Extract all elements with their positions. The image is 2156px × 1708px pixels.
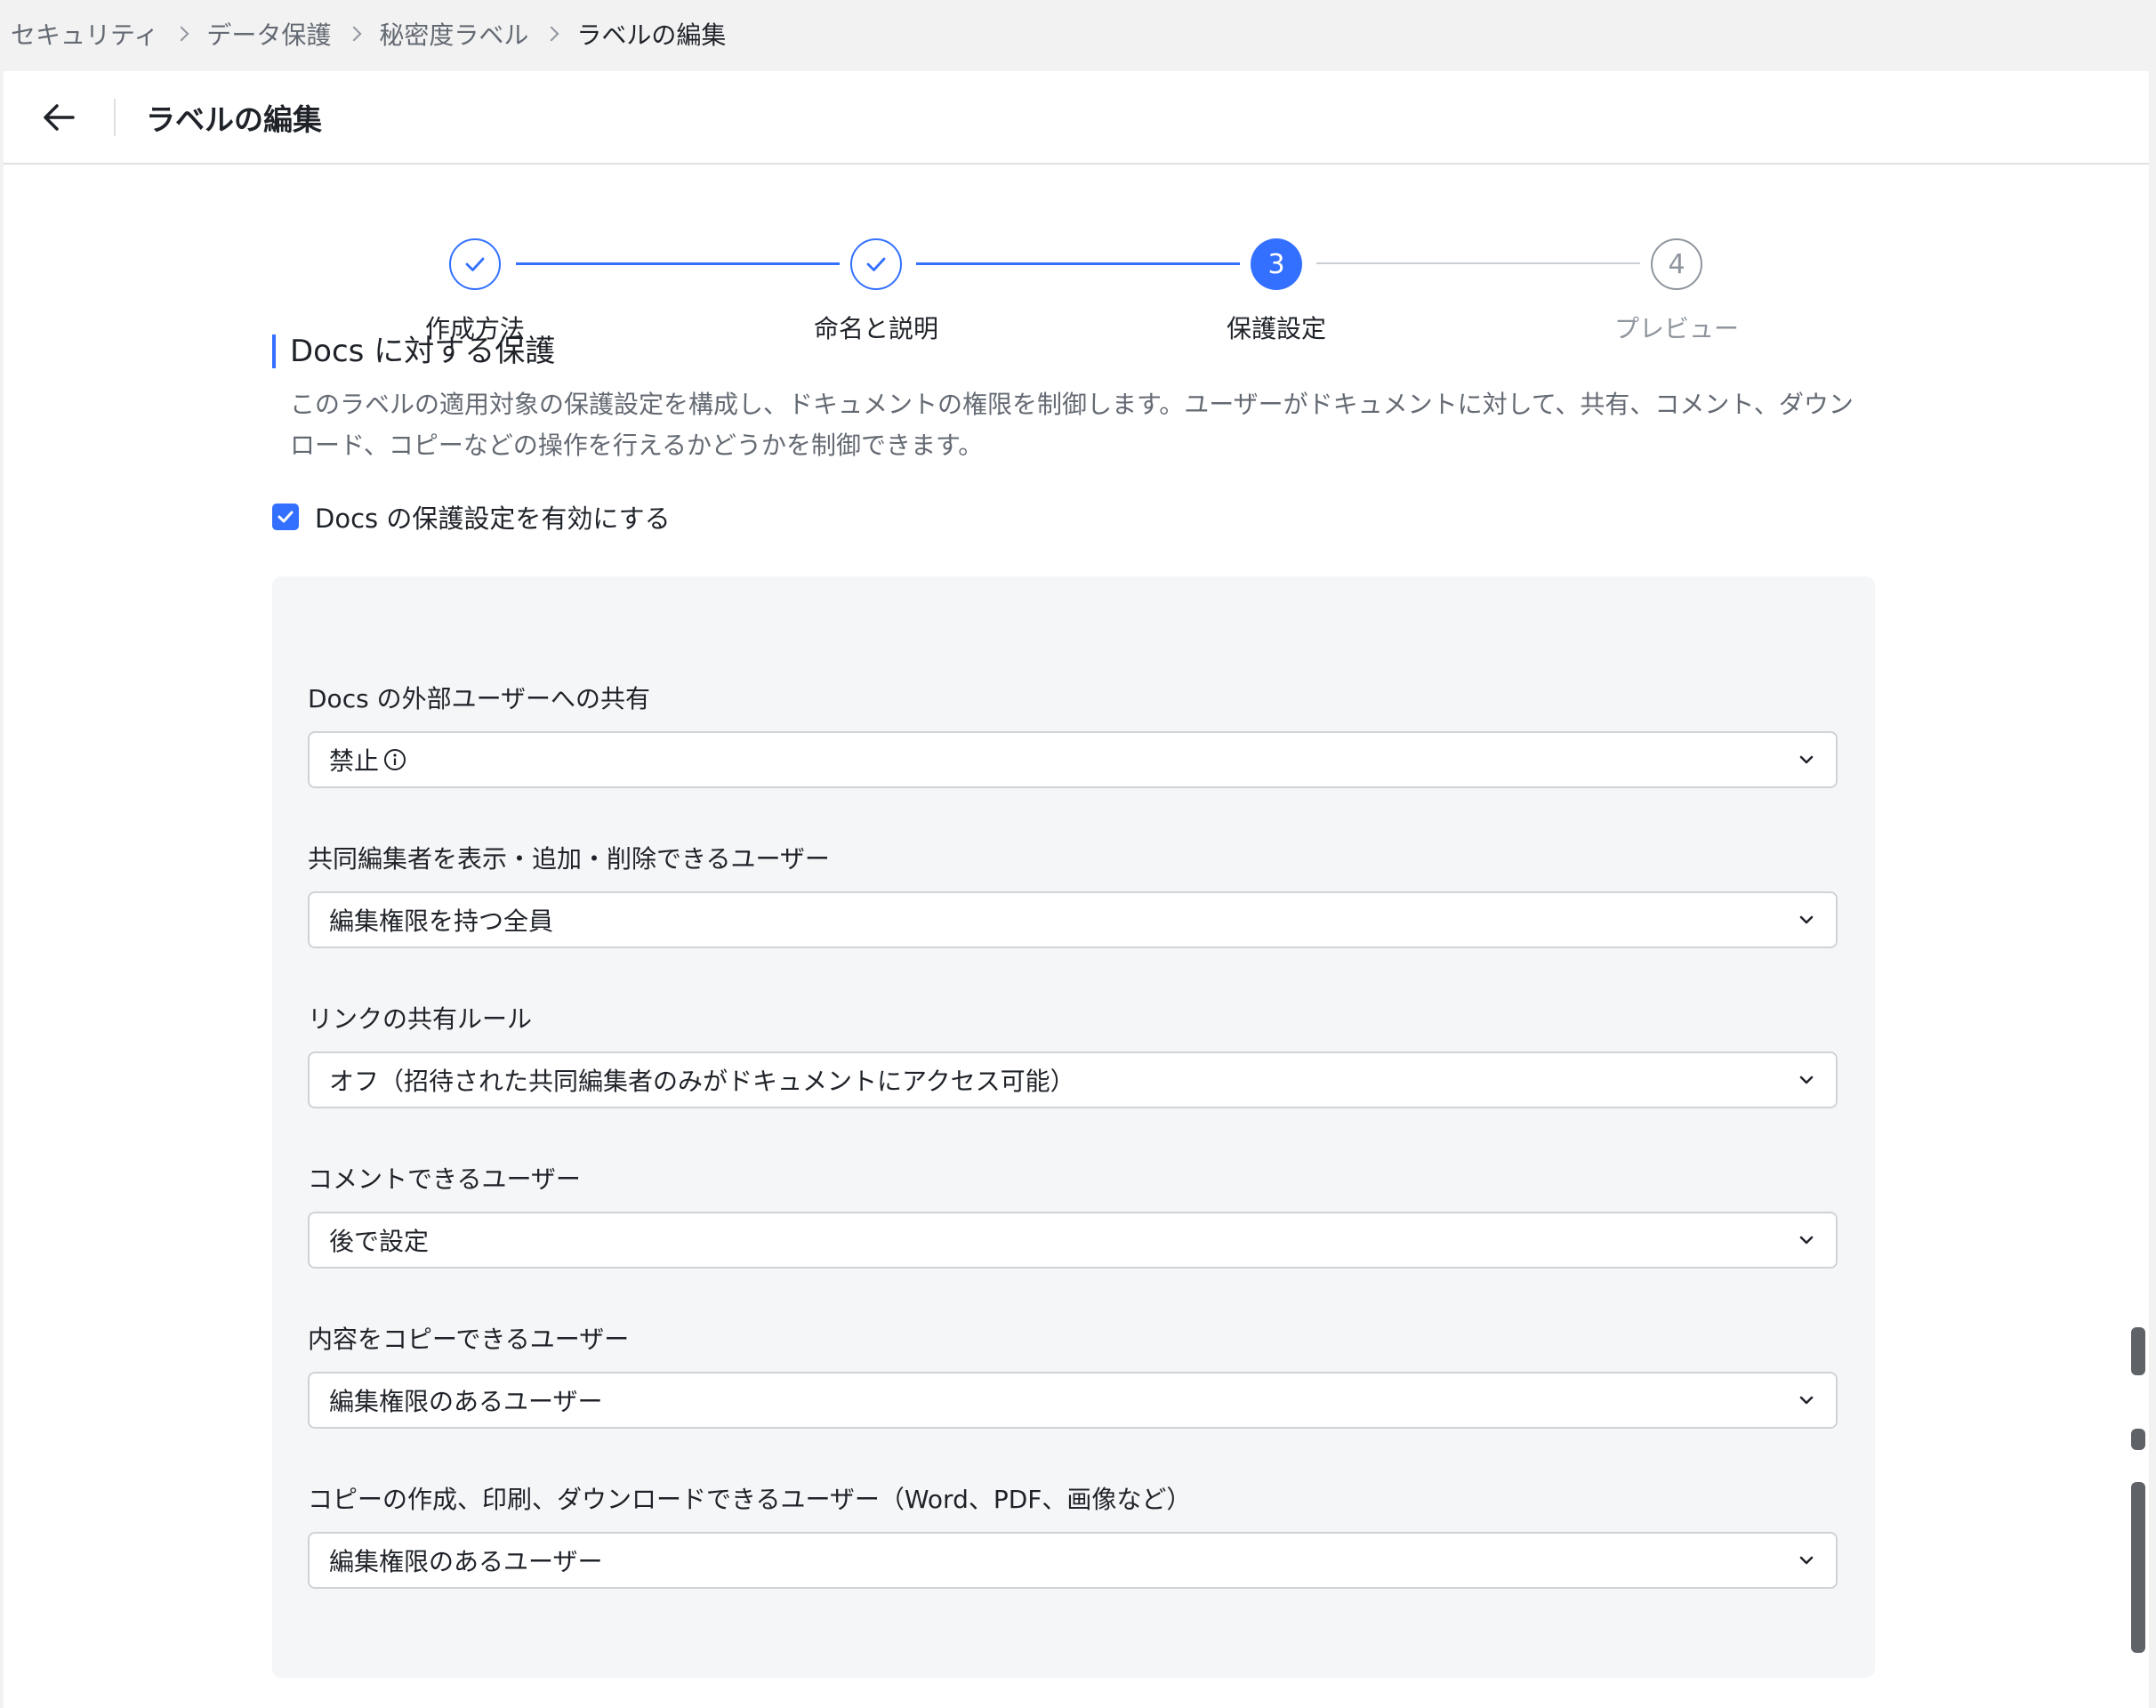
field-label: コメントできるユーザー	[308, 1164, 581, 1194]
step-preview: 4 プレビュー	[1579, 235, 1774, 345]
chevron-right-icon	[346, 26, 362, 42]
step-number: 3	[1251, 238, 1302, 290]
export-permission-select[interactable]: 編集権限のあるユーザー	[308, 1532, 1838, 1589]
section-title: Docs に対する保護	[272, 334, 555, 368]
chevron-down-icon	[1799, 915, 1814, 924]
step-protection-settings: 3 保護設定	[1179, 235, 1374, 345]
section-description: このラベルの適用対象の保護設定を構成し、ドキュメントの権限を制御します。ユーザー…	[290, 390, 1854, 460]
field-external-sharing: Docs の外部ユーザーへの共有 禁止	[308, 681, 1838, 788]
field-comment-permission: コメントできるユーザー 後で設定	[308, 1162, 1838, 1269]
manage-collaborators-select[interactable]: 編集権限を持つ全員	[308, 891, 1838, 948]
chevron-down-icon	[1799, 1236, 1814, 1245]
breadcrumb: セキュリティ データ保護 秘密度ラベル ラベルの編集	[11, 12, 726, 55]
chevron-right-icon	[543, 26, 559, 42]
step-complete-indicator	[850, 238, 902, 290]
enable-protection-row: Docs の保護設定を有効にする	[272, 498, 671, 536]
link-sharing-select[interactable]: オフ（招待された共同編集者のみがドキュメントにアクセス可能）	[308, 1051, 1838, 1108]
vertical-scrollbar[interactable]	[2131, 1327, 2145, 1653]
check-icon	[866, 257, 886, 271]
external-sharing-select[interactable]: 禁止	[308, 731, 1838, 788]
select-value: 編集権限のあるユーザー	[329, 1387, 603, 1416]
chevron-right-icon	[173, 26, 189, 42]
field-label: 共同編集者を表示・追加・削除できるユーザー	[308, 844, 830, 874]
select-value: 編集権限のあるユーザー	[329, 1547, 603, 1576]
breadcrumb-item-data-protection[interactable]: データ保護	[206, 16, 331, 52]
check-icon	[278, 511, 294, 523]
step-label: 命名と説明	[813, 314, 938, 343]
comment-permission-select[interactable]: 後で設定	[308, 1212, 1838, 1269]
page-title: ラベルの編集	[146, 101, 322, 137]
chevron-down-icon	[1799, 1076, 1814, 1084]
chevron-down-icon	[1799, 1396, 1814, 1405]
back-button[interactable]	[4, 70, 114, 164]
step-name-description: 命名と説明	[778, 235, 974, 345]
copy-content-permission-select[interactable]: 編集権限のあるユーザー	[308, 1372, 1838, 1429]
protection-settings-panel: Docs の外部ユーザーへの共有 禁止 共同編集者を表示・追加・削除できるユーザ…	[272, 576, 1875, 1678]
step-number: 4	[1651, 238, 1702, 290]
select-value: 編集権限を持つ全員	[329, 906, 554, 936]
field-label: Docs の外部ユーザーへの共有	[308, 684, 651, 713]
field-label: リンクの共有ルール	[308, 1004, 533, 1034]
field-label: 内容をコピーできるユーザー	[308, 1325, 630, 1354]
scrollbar-segment	[2131, 1327, 2145, 1375]
step-complete-indicator	[449, 238, 501, 290]
chevron-down-icon	[1799, 1556, 1814, 1565]
step-creation-method: 作成方法	[377, 235, 573, 345]
info-icon[interactable]	[382, 747, 407, 772]
field-export-permission: コピーの作成、印刷、ダウンロードできるユーザー（Word、PDF、画像など） 編…	[308, 1482, 1838, 1589]
field-label: コピーの作成、印刷、ダウンロードできるユーザー（Word、PDF、画像など）	[308, 1485, 1192, 1514]
step-label: 保護設定	[1226, 314, 1326, 343]
header-divider	[114, 98, 116, 136]
breadcrumb-item-security[interactable]: セキュリティ	[11, 16, 158, 52]
select-value: オフ（招待された共同編集者のみがドキュメントにアクセス可能）	[329, 1067, 1075, 1096]
breadcrumb-item-sensitivity-labels[interactable]: 秘密度ラベル	[379, 16, 528, 52]
breadcrumb-item-edit-label: ラベルの編集	[576, 20, 727, 50]
back-arrow-icon	[44, 103, 75, 131]
field-manage-collaborators: 共同編集者を表示・追加・削除できるユーザー 編集権限を持つ全員	[308, 842, 1838, 948]
chevron-down-icon	[1799, 755, 1814, 764]
scrollbar-thumb[interactable]	[2131, 1482, 2145, 1653]
enable-protection-label: Docs の保護設定を有効にする	[315, 504, 671, 534]
field-copy-content-permission: 内容をコピーできるユーザー 編集権限のあるユーザー	[308, 1322, 1838, 1429]
page-header: ラベルの編集	[4, 71, 2149, 165]
step-label: プレビュー	[1613, 314, 1739, 343]
select-value: 禁止	[329, 746, 380, 776]
select-value: 後で設定	[329, 1227, 430, 1256]
enable-protection-checkbox[interactable]	[272, 504, 299, 530]
check-icon	[465, 257, 485, 271]
scrollbar-segment	[2131, 1429, 2145, 1450]
field-link-sharing: リンクの共有ルール オフ（招待された共同編集者のみがドキュメントにアクセス可能）	[308, 1002, 1838, 1108]
